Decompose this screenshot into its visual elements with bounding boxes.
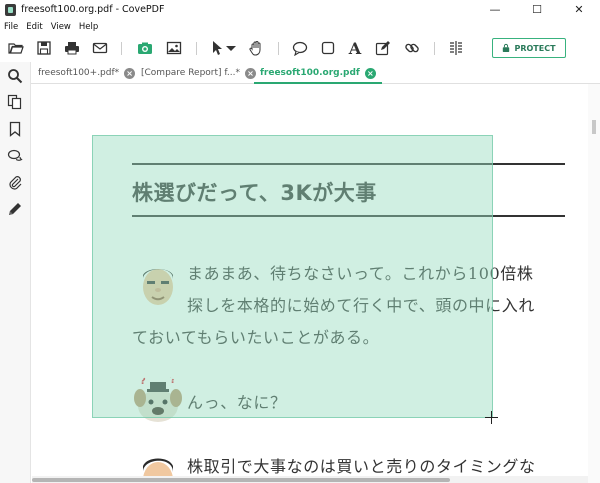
paragraph3-line: 株取引で大事なのは買いと売りのタイミングな [187, 457, 536, 476]
title-bar: freesoft100.org.pdf - CovePDF — ☐ ✕ [0, 0, 600, 19]
menu-help[interactable]: Help [75, 22, 102, 32]
close-tab-icon[interactable]: × [245, 67, 256, 79]
image-icon[interactable] [165, 39, 183, 57]
menu-bar: File Edit View Help [0, 19, 600, 34]
tab-compare-report[interactable]: [Compare Report] f...* × [141, 62, 256, 84]
camera-icon[interactable] [136, 39, 154, 57]
close-tab-icon[interactable]: × [124, 67, 136, 79]
tab-freesoft100-org[interactable]: freesoft100.org.pdf × [254, 62, 382, 84]
tab-label: freesoft100+.pdf* [38, 68, 120, 78]
email-icon[interactable] [91, 39, 109, 57]
attachment-icon[interactable] [7, 174, 23, 190]
window-title: freesoft100.org.pdf - CovePDF [21, 4, 165, 15]
rectangle-icon[interactable] [319, 39, 337, 57]
toolbar-divider [278, 42, 279, 55]
search-icon[interactable] [7, 68, 23, 84]
compare-icon[interactable] [447, 39, 465, 57]
pen-icon[interactable] [7, 201, 23, 217]
window-controls: — ☐ ✕ [474, 0, 600, 19]
text-icon[interactable]: A [346, 39, 364, 57]
close-tab-icon[interactable]: × [364, 67, 376, 79]
snapshot-selection-area[interactable] [92, 135, 493, 418]
toolbar-divider [196, 42, 197, 55]
close-button[interactable]: ✕ [558, 0, 600, 19]
edit-icon[interactable] [374, 39, 392, 57]
toolbar: A PROTECT [0, 34, 600, 62]
menu-edit[interactable]: Edit [22, 22, 46, 32]
speaker-avatar-man [132, 450, 184, 476]
left-sidebar [0, 62, 31, 483]
svg-text:A: A [348, 40, 362, 56]
toolbar-divider [121, 42, 122, 55]
tab-label: [Compare Report] f...* [141, 68, 240, 78]
vertical-scrollbar-thumb[interactable] [592, 120, 596, 134]
crosshair-cursor-icon [485, 411, 498, 424]
vertical-scrollbar[interactable] [588, 84, 600, 483]
horizontal-scrollbar-thumb[interactable] [32, 478, 450, 482]
protect-button[interactable]: PROTECT [492, 38, 566, 58]
print-icon[interactable] [63, 39, 81, 57]
pages-icon[interactable] [7, 94, 23, 110]
open-folder-icon[interactable] [7, 39, 25, 57]
protect-label: PROTECT [514, 43, 556, 53]
menu-view[interactable]: View [47, 22, 75, 32]
tab-label: freesoft100.org.pdf [260, 68, 360, 78]
app-logo-icon [5, 3, 16, 16]
link-icon[interactable] [403, 39, 421, 57]
maximize-button[interactable]: ☐ [516, 0, 558, 19]
comments-icon[interactable] [7, 148, 23, 164]
bookmark-icon[interactable] [7, 121, 23, 137]
hand-icon[interactable] [247, 39, 265, 57]
chevron-down-icon[interactable] [222, 39, 240, 57]
save-icon[interactable] [35, 39, 53, 57]
toolbar-divider [434, 42, 435, 55]
document-tabs: freesoft100+.pdf* × [Compare Report] f..… [31, 62, 600, 84]
horizontal-scrollbar[interactable] [32, 476, 588, 483]
document-canvas[interactable]: 株選びだって、3Kが大事 まあまあ、待ちなさいって。これから100倍株 探しを本… [32, 84, 588, 476]
lock-icon [502, 43, 510, 53]
minimize-button[interactable]: — [474, 0, 516, 19]
menu-file[interactable]: File [0, 22, 22, 32]
tab-freesoft100-plus[interactable]: freesoft100+.pdf* × [38, 62, 136, 84]
comment-icon[interactable] [291, 39, 309, 57]
